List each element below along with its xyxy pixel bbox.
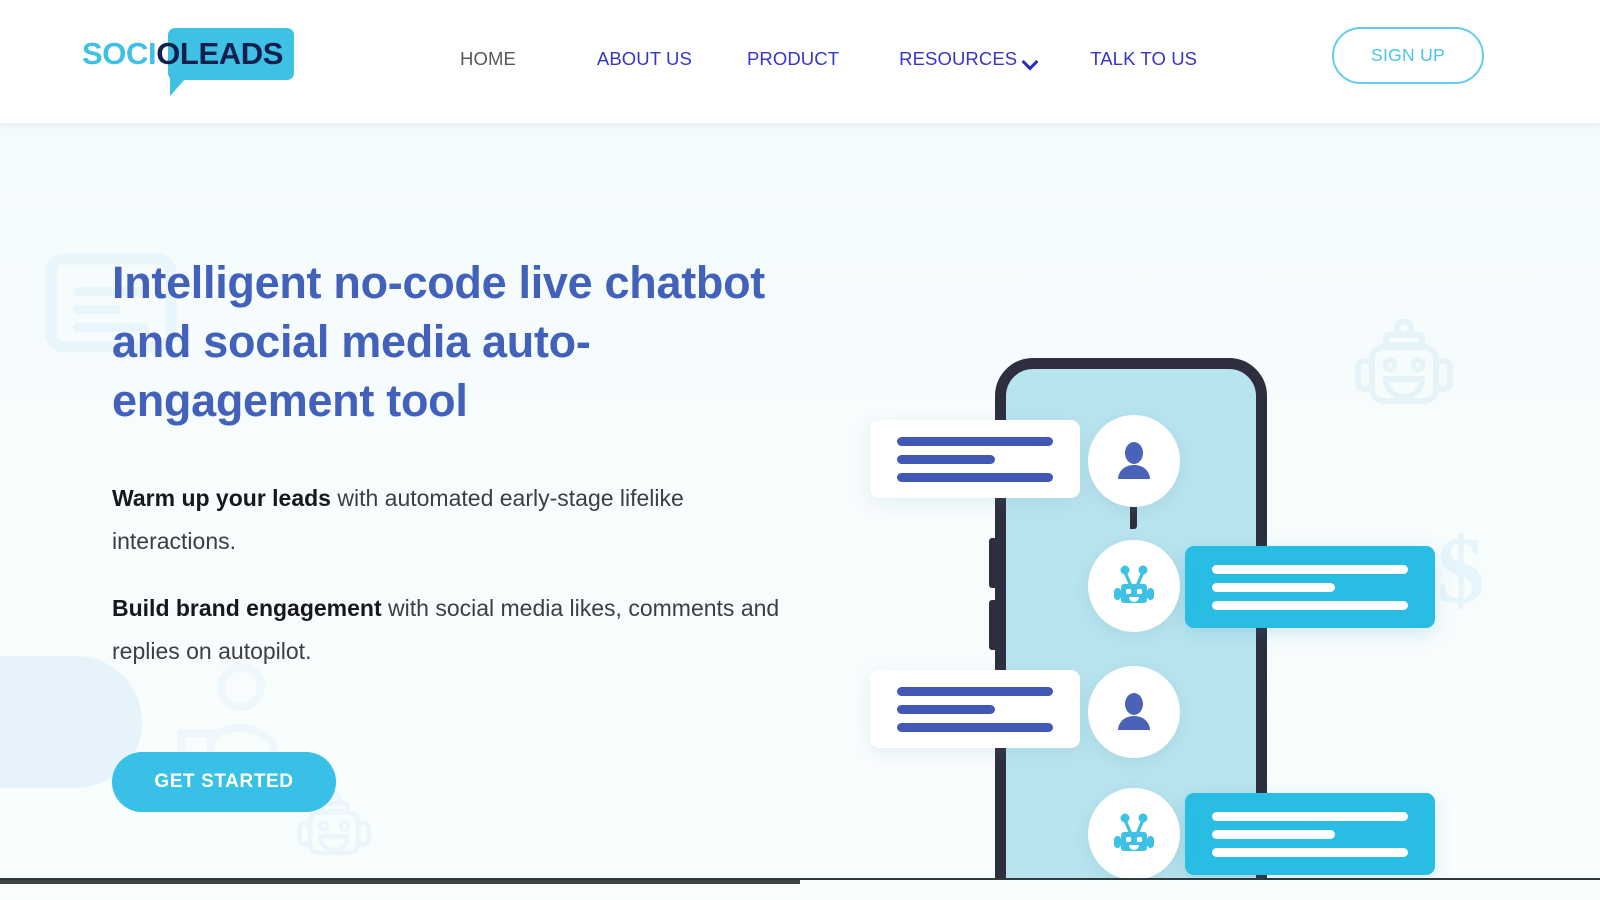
nav-item-resources[interactable]: RESOURCES	[899, 48, 1037, 70]
chat-line	[897, 472, 1053, 482]
chat-bubble-user	[870, 420, 1080, 498]
chat-line	[897, 436, 1053, 446]
site-header: SOCIOLEADS HOME ABOUT US PRODUCT RESOURC…	[0, 0, 1600, 123]
chat-line	[897, 454, 996, 464]
chat-line	[897, 704, 996, 714]
chat-line	[1212, 582, 1336, 592]
chat-line	[1212, 811, 1408, 821]
chat-bubble-user	[870, 670, 1080, 748]
chat-line	[1212, 564, 1408, 574]
user-avatar-icon	[1088, 666, 1180, 758]
nav-item-about-us[interactable]: ABOUT US	[597, 48, 692, 70]
chevron-down-icon	[1024, 56, 1037, 64]
logo-speech-bubble-tail	[170, 78, 186, 96]
nav-item-home-label: HOME	[460, 48, 516, 69]
hero-section: $ Intelligent no-code live chatbot and s…	[0, 123, 1600, 878]
sign-up-button[interactable]: SIGN UP	[1332, 27, 1484, 84]
chat-bubble-bot	[1185, 546, 1435, 628]
chat-line	[1212, 600, 1408, 610]
hero-copy: Intelligent no-code live chatbot and soc…	[112, 253, 812, 673]
hero-paragraph-2: Build brand engagement with social media…	[112, 587, 792, 673]
bot-avatar-icon	[1088, 788, 1180, 878]
phone-side-button-left-upper	[989, 538, 996, 588]
brand-logo[interactable]: SOCIOLEADS	[82, 28, 294, 96]
chat-line	[897, 722, 1053, 732]
chat-bubble-bot	[1185, 793, 1435, 875]
logo-wordmark-part1: SOCI	[82, 36, 157, 71]
scrollbar-thumb[interactable]	[0, 880, 800, 884]
page-title: Intelligent no-code live chatbot and soc…	[112, 257, 765, 426]
chat-line	[1212, 829, 1336, 839]
logo-wordmark: SOCIOLEADS	[82, 37, 283, 71]
hero-paragraph-1-bold: Warm up your leads	[112, 485, 331, 511]
horizontal-scrollbar[interactable]	[0, 878, 1600, 900]
get-started-button[interactable]: GET STARTED	[112, 752, 336, 812]
nav-item-resources-label: RESOURCES	[899, 48, 1018, 69]
nav-item-talk-to-us[interactable]: TALK TO US	[1090, 48, 1197, 70]
chat-line	[897, 686, 1053, 696]
bot-avatar-icon	[1088, 540, 1180, 632]
phone-side-button-left-lower	[989, 600, 996, 650]
hero-paragraph-2-bold: Build brand engagement	[112, 595, 382, 621]
nav-item-product-label: PRODUCT	[746, 48, 840, 69]
logo-wordmark-part2: OLEADS	[156, 36, 283, 71]
nav-item-home[interactable]: HOME	[460, 48, 516, 70]
user-avatar-icon	[1088, 415, 1180, 507]
chat-line	[1212, 847, 1408, 857]
nav-item-about-us-label: ABOUT US	[596, 48, 692, 69]
main-navigation: HOME ABOUT US PRODUCT RESOURCES TALK TO …	[460, 48, 1197, 70]
nav-item-product[interactable]: PRODUCT	[747, 48, 839, 70]
hero-illustration	[860, 208, 1480, 878]
nav-item-talk-to-us-label: TALK TO US	[1090, 48, 1198, 69]
hero-paragraph-1: Warm up your leads with automated early-…	[112, 477, 792, 563]
